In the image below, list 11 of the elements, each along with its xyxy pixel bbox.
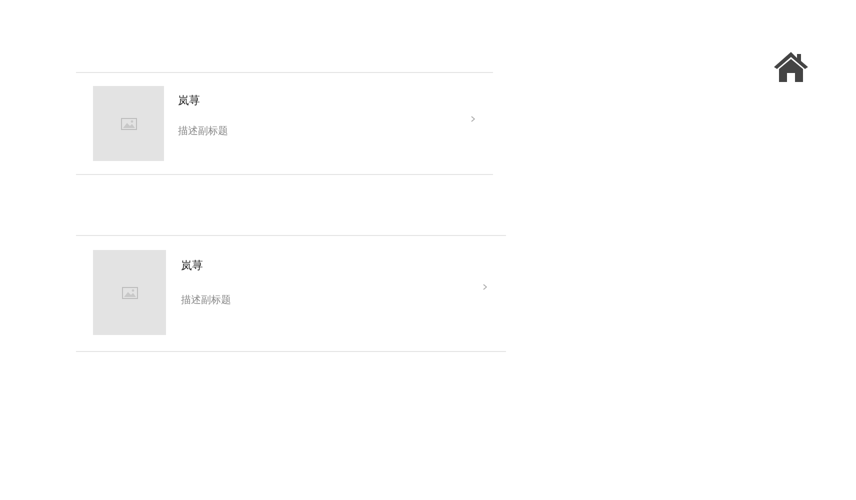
list-card[interactable]: 岚荨 描述副标题 xyxy=(76,235,506,352)
chevron-right-icon xyxy=(483,284,487,290)
home-icon[interactable] xyxy=(773,51,809,83)
card-title: 岚荨 xyxy=(178,94,201,108)
card-title: 岚荨 xyxy=(181,259,204,273)
image-placeholder-icon xyxy=(120,118,136,130)
card-subtitle: 描述副标题 xyxy=(181,295,232,307)
list-card[interactable]: 岚荨 描述副标题 xyxy=(76,72,493,175)
image-placeholder-icon xyxy=(122,286,138,298)
card-subtitle: 描述副标题 xyxy=(178,126,229,138)
chevron-right-icon xyxy=(471,116,475,122)
